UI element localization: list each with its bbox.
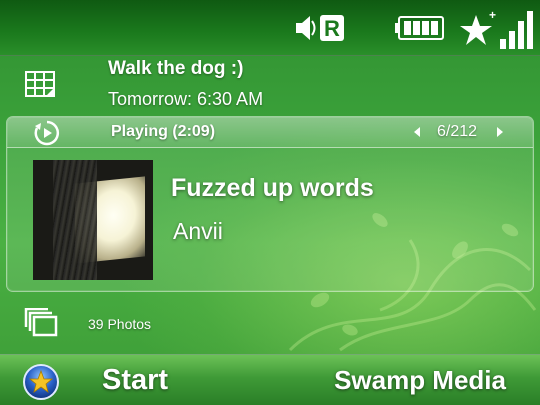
now-playing-panel[interactable]: Playing (2:09) 6/212 Fuzzed up words Anv… xyxy=(6,116,534,292)
playback-status: Playing (2:09) xyxy=(111,123,216,140)
status-bar: R + xyxy=(0,0,540,56)
appointment-title: Walk the dog :) xyxy=(108,58,244,79)
start-orb-icon[interactable] xyxy=(22,363,60,401)
start-softkey[interactable]: Start xyxy=(102,364,168,397)
photos-stack-icon xyxy=(24,308,58,337)
signal-bars-icon[interactable] xyxy=(500,0,534,56)
right-softkey[interactable]: Swamp Media xyxy=(334,365,506,396)
now-playing-header: Playing (2:09) 6/212 xyxy=(7,117,533,148)
song-title: Fuzzed up words xyxy=(171,174,374,202)
appointment-time: Tomorrow: 6:30 AM xyxy=(108,89,264,109)
battery-icon[interactable] xyxy=(395,0,445,56)
today-screen: R + Walk the dog:) Tomorrow: 6:30 AM Pl… xyxy=(0,0,540,405)
star-plus-icon[interactable]: + xyxy=(460,0,496,56)
track-counter: 6/212 xyxy=(437,123,478,140)
triangle-right-icon[interactable] xyxy=(495,126,505,138)
photos-item[interactable]: 39 Photos xyxy=(0,296,540,352)
album-art[interactable] xyxy=(33,160,153,280)
speaker-icon[interactable]: R xyxy=(294,0,346,56)
roaming-badge: R xyxy=(324,16,340,41)
triangle-left-icon[interactable] xyxy=(412,126,422,138)
calendar-appointment-item[interactable]: Walk the dog :) Tomorrow: 6:30 AM xyxy=(0,56,540,116)
softkey-bar: Start Swamp Media xyxy=(0,354,540,405)
photos-count: 39 Photos xyxy=(88,316,152,332)
play-icon[interactable] xyxy=(33,120,61,146)
svg-text:+: + xyxy=(489,9,496,22)
calendar-icon xyxy=(25,71,55,97)
song-artist: Anvii xyxy=(173,218,223,244)
